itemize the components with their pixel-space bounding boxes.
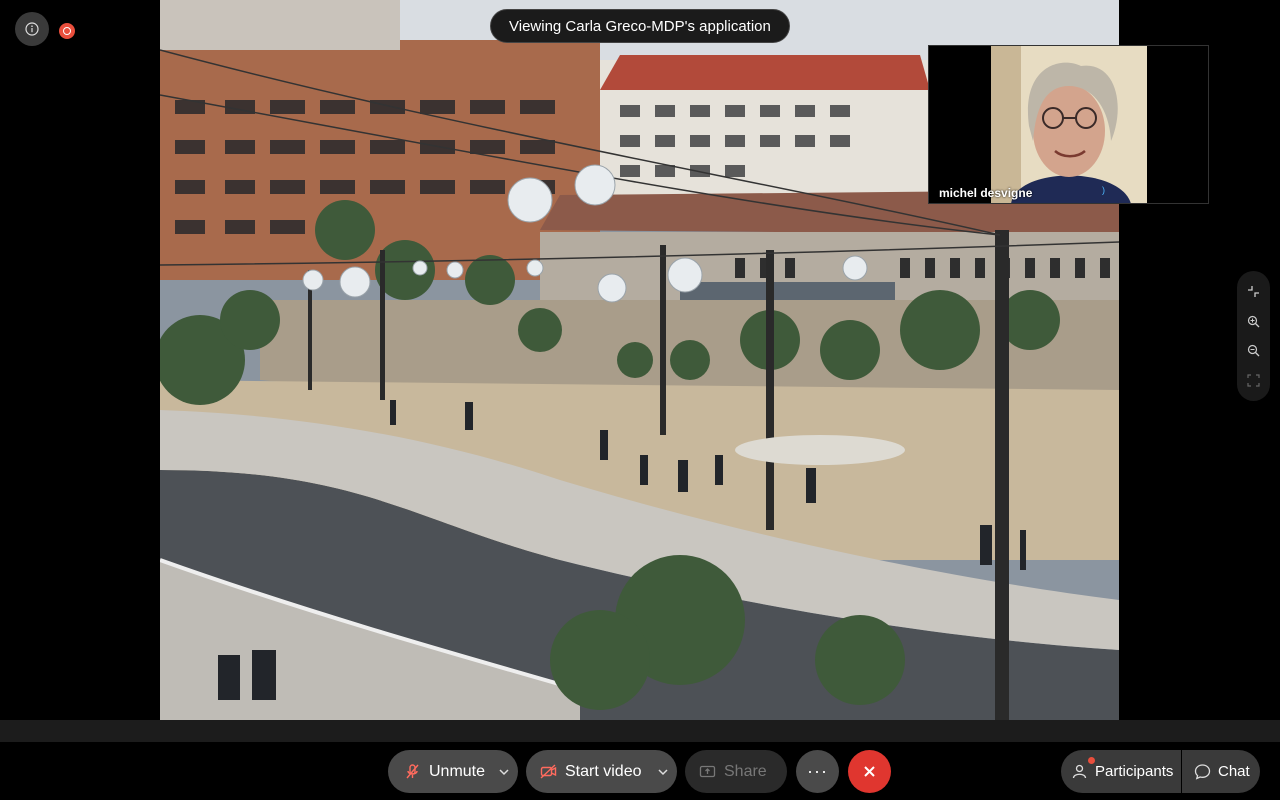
exit-fullscreen-icon	[1248, 286, 1259, 298]
share-button[interactable]: Share	[685, 750, 787, 793]
exit-fullscreen-button[interactable]	[1243, 281, 1265, 303]
meeting-info-button[interactable]	[15, 12, 49, 46]
notification-badge	[1088, 757, 1095, 764]
chat-bubble-icon	[1194, 764, 1211, 780]
participant-video	[991, 46, 1147, 203]
chevron-down-icon	[499, 768, 509, 775]
unmute-label: Unmute	[429, 762, 486, 780]
meeting-control-bar: Unmute Start video Share ··· Participant…	[0, 742, 1280, 800]
audio-options-button[interactable]	[496, 750, 512, 793]
start-video-label: Start video	[565, 762, 642, 780]
viewing-banner: Viewing Carla Greco-MDP's application	[490, 9, 790, 43]
video-off-icon	[540, 764, 557, 779]
participant-name: michel desvigne	[939, 186, 1033, 200]
more-options-button[interactable]: ···	[796, 750, 839, 793]
participant-video-tile[interactable]: michel desvigne )	[928, 45, 1209, 204]
info-icon	[25, 22, 39, 36]
participants-label: Participants	[1095, 763, 1174, 780]
recording-indicator-icon[interactable]	[59, 23, 75, 39]
meeting-window: Viewing Carla Greco-MDP's application mi…	[0, 0, 1280, 800]
zoom-in-button[interactable]	[1243, 310, 1265, 332]
share-label: Share	[724, 762, 767, 780]
participants-button[interactable]: Participants	[1061, 750, 1181, 793]
close-icon	[864, 766, 875, 777]
zoom-out-button[interactable]	[1243, 340, 1265, 362]
fit-screen-button[interactable]	[1243, 369, 1265, 391]
zoom-in-icon	[1247, 315, 1260, 328]
audio-level-icon: )	[1102, 185, 1105, 195]
start-video-button[interactable]: Start video	[526, 750, 677, 793]
chat-label: Chat	[1218, 763, 1250, 780]
fit-screen-icon	[1247, 374, 1260, 387]
zoom-toolbar	[1237, 271, 1270, 401]
video-options-button[interactable]	[655, 750, 671, 793]
leave-meeting-button[interactable]	[848, 750, 891, 793]
chat-button[interactable]: Chat	[1182, 750, 1260, 793]
person-icon	[1072, 764, 1087, 779]
unmute-button[interactable]: Unmute	[388, 750, 518, 793]
share-icon	[699, 765, 716, 778]
more-options-icon: ···	[807, 761, 828, 781]
zoom-out-icon	[1247, 345, 1260, 357]
chevron-down-icon	[658, 768, 668, 775]
control-bar-divider	[0, 720, 1280, 742]
muted-microphone-icon	[406, 764, 419, 779]
